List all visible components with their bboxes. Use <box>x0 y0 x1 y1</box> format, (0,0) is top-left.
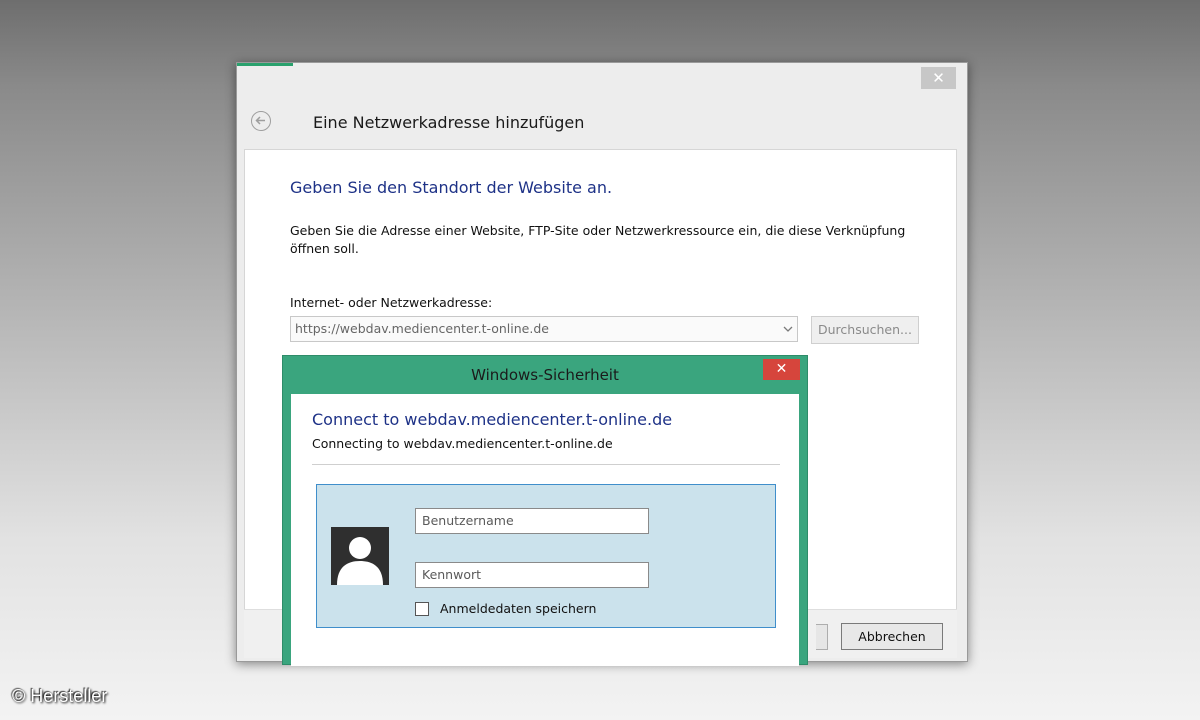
browse-button[interactable]: Durchsuchen... <box>811 316 919 344</box>
windows-security-dialog: Windows-Sicherheit ✕ Connect to webdav.m… <box>282 355 808 666</box>
password-input[interactable]: Kennwort <box>415 562 649 588</box>
username-input[interactable]: Benutzername <box>415 508 649 534</box>
connect-heading: Connect to webdav.mediencenter.t-online.… <box>312 410 673 429</box>
wizard-title: Eine Netzwerkadresse hinzufügen <box>313 113 585 132</box>
remember-credentials-label: Anmeldedaten speichern <box>440 601 597 616</box>
page-description: Geben Sie die Adresse einer Website, FTP… <box>290 223 906 256</box>
next-button[interactable] <box>816 624 828 650</box>
address-combobox[interactable]: https://webdav.mediencenter.t-online.de <box>290 316 798 342</box>
credential-tile: Benutzername Kennwort Anmeldedaten speic… <box>316 484 776 628</box>
user-avatar-icon <box>331 527 389 585</box>
security-dialog-body: Connect to webdav.mediencenter.t-online.… <box>291 394 799 666</box>
connect-subheading: Connecting to webdav.mediencenter.t-onli… <box>312 436 613 451</box>
remember-credentials-checkbox[interactable] <box>415 602 429 616</box>
wizard-close-button[interactable]: ✕ <box>921 67 956 89</box>
address-value: https://webdav.mediencenter.t-online.de <box>295 321 549 336</box>
copyright-watermark: © Hersteller <box>12 686 108 706</box>
back-arrow-icon <box>255 116 265 125</box>
back-button[interactable] <box>251 111 271 131</box>
page-heading: Geben Sie den Standort der Website an. <box>290 178 613 197</box>
security-dialog-title: Windows-Sicherheit <box>471 366 619 384</box>
chevron-down-icon[interactable] <box>783 325 793 333</box>
divider <box>312 464 780 465</box>
address-label: Internet- oder Netzwerkadresse: <box>290 295 493 310</box>
cancel-button[interactable]: Abbrechen <box>841 623 943 650</box>
taskbar-accent-strip <box>237 63 293 66</box>
security-close-button[interactable]: ✕ <box>763 359 800 380</box>
